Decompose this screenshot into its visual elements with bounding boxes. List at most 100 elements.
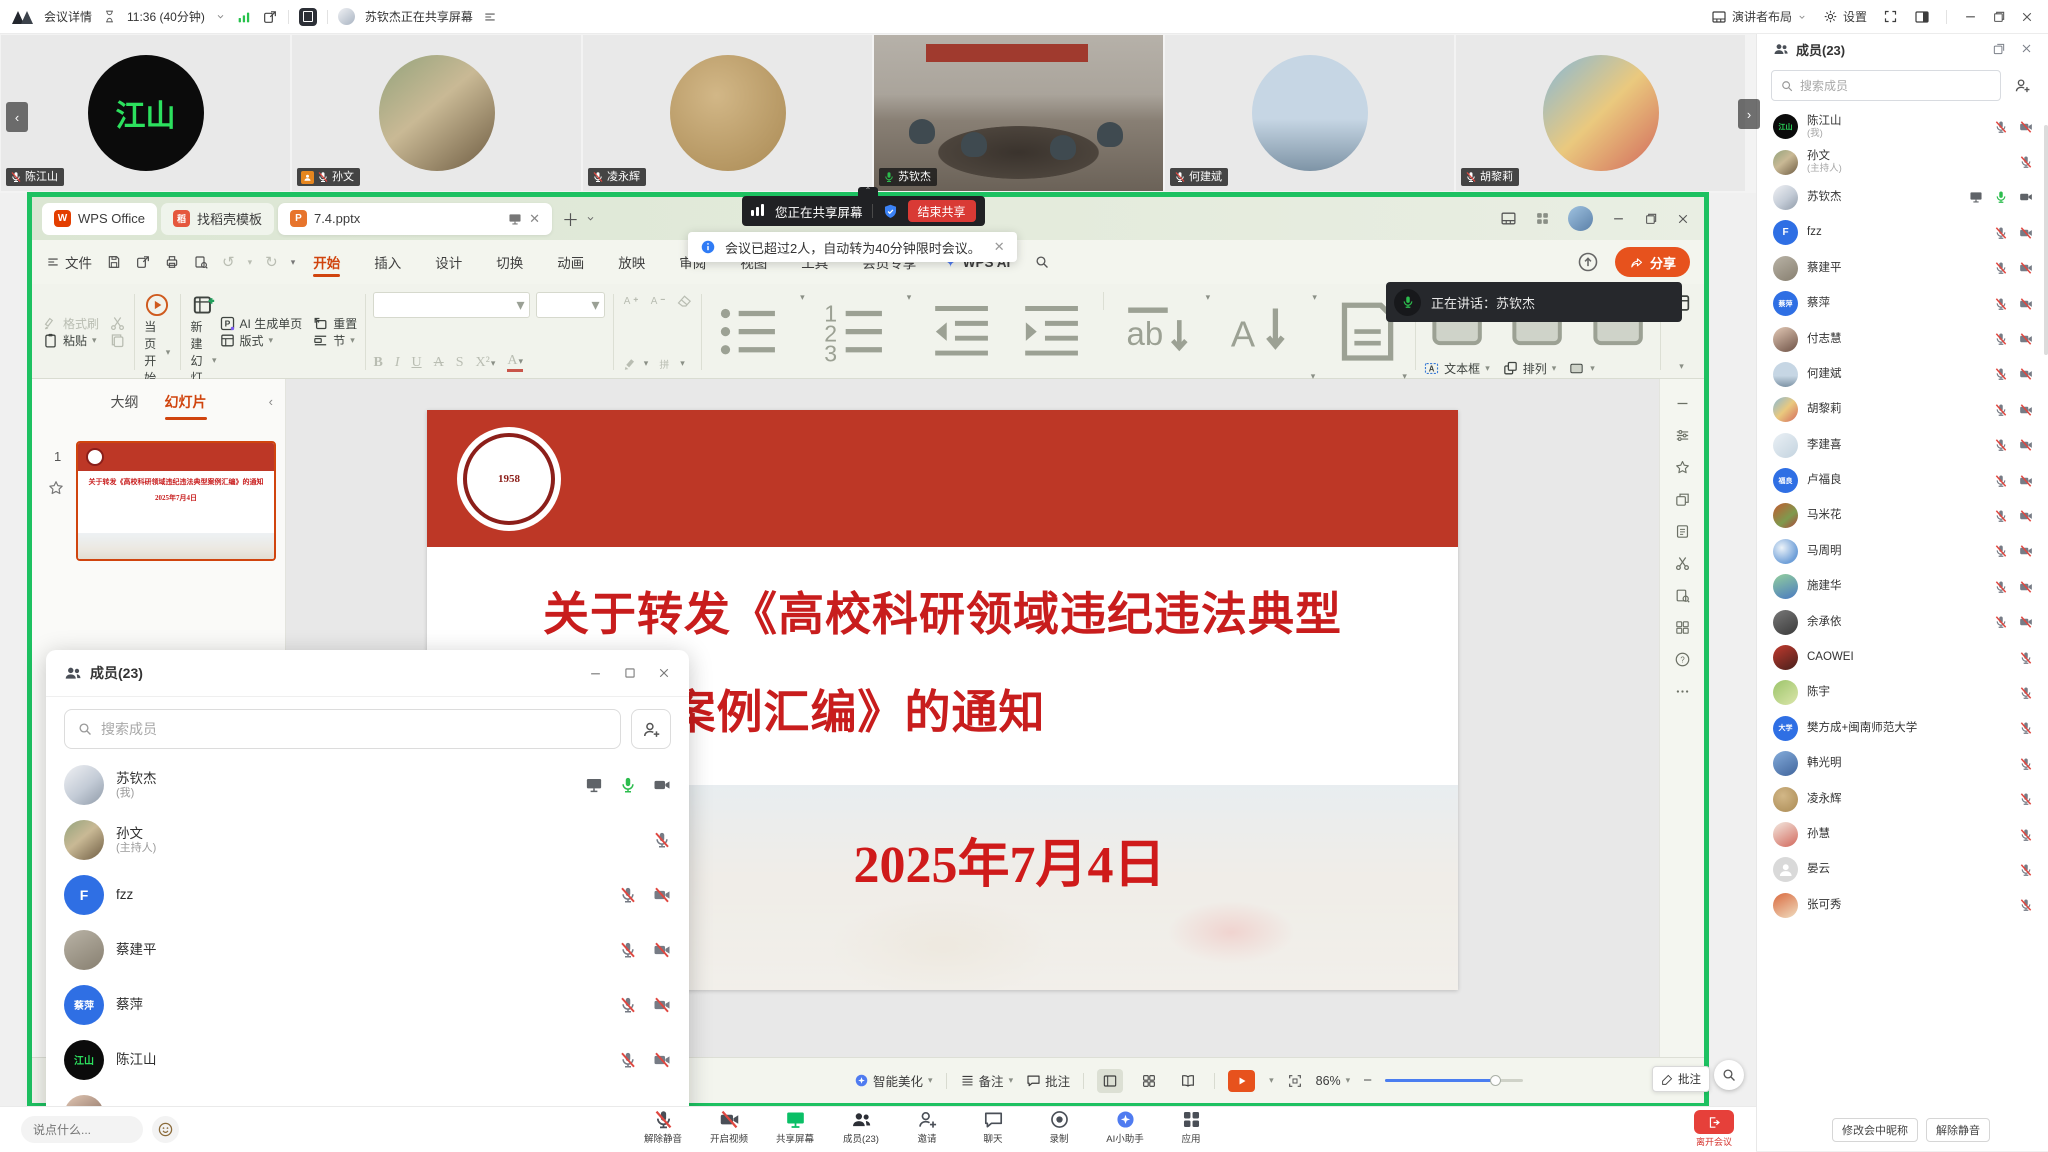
video-tile-孙文[interactable]: 孙文 bbox=[292, 35, 581, 191]
zoom-level[interactable]: 86%▾ bbox=[1316, 1074, 1351, 1088]
find-icon[interactable] bbox=[1674, 587, 1691, 604]
annotate-button[interactable]: 批注 bbox=[1652, 1066, 1710, 1092]
sidebar-member-row[interactable]: 江山陈江山(我) bbox=[1757, 109, 2048, 144]
format-painter-button[interactable]: 格式刷 bbox=[42, 315, 99, 332]
panel-close-icon[interactable] bbox=[657, 666, 671, 680]
shadow-button[interactable]: S bbox=[456, 355, 464, 371]
mic-muted-icon[interactable] bbox=[1994, 332, 2008, 346]
normal-view-button[interactable] bbox=[1097, 1069, 1123, 1093]
more-icon[interactable] bbox=[1674, 683, 1691, 700]
slide-layout-button[interactable]: 版式▾ bbox=[219, 332, 303, 349]
docer-box-icon[interactable] bbox=[1535, 211, 1550, 226]
cam-off-icon[interactable] bbox=[653, 941, 671, 959]
wps-tab-7.4.pptx[interactable]: P7.4.pptx✕ bbox=[278, 203, 552, 235]
menu-tab-开始[interactable]: 开始 bbox=[311, 244, 342, 280]
cam-off-icon[interactable] bbox=[2019, 580, 2033, 594]
video-tile-陈江山[interactable]: 江山陈江山 bbox=[1, 35, 290, 191]
wps-layout-icon[interactable] bbox=[1500, 210, 1517, 227]
members-panel-window[interactable]: 成员(23) 搜索成员 苏钦杰(我)孙文(主持人)Ffzz蔡建平蔡萍蔡萍江山陈江… bbox=[46, 650, 689, 1120]
copy-button[interactable] bbox=[109, 332, 126, 349]
message-input[interactable] bbox=[21, 1116, 143, 1143]
sidebar-member-row[interactable]: 付志慧 bbox=[1757, 321, 2048, 356]
sidebar-member-row[interactable]: Ffzz bbox=[1757, 215, 2048, 250]
mic-muted-icon[interactable] bbox=[2019, 757, 2033, 771]
unmute-button[interactable]: 解除静音 bbox=[1926, 1118, 1990, 1142]
mic-muted-icon[interactable] bbox=[1994, 297, 2008, 311]
mic-muted-icon[interactable] bbox=[1994, 226, 2008, 240]
mic-muted-icon[interactable] bbox=[2019, 721, 2033, 735]
highlight-button[interactable]: ▾ bbox=[622, 355, 649, 372]
maximize-button[interactable] bbox=[1992, 10, 2006, 24]
panel-member-row[interactable]: 蔡建平 bbox=[46, 922, 689, 977]
sidebar-close-icon[interactable] bbox=[2020, 42, 2033, 55]
sidebar-member-row[interactable]: 福良卢福良 bbox=[1757, 463, 2048, 498]
font-color-button[interactable]: A▾ bbox=[507, 353, 523, 372]
settings-button[interactable]: 设置 bbox=[1823, 8, 1867, 25]
toolbar-ai-button[interactable]: AI小助手 bbox=[1104, 1109, 1146, 1145]
video-tile-苏钦杰[interactable]: 苏钦杰 bbox=[874, 35, 1163, 191]
mic-muted-icon[interactable] bbox=[1994, 544, 2008, 558]
cam-on-icon[interactable] bbox=[653, 776, 671, 794]
print-icon[interactable] bbox=[164, 254, 180, 270]
sidebar-member-row[interactable]: 韩光明 bbox=[1757, 746, 2048, 781]
sidebar-member-row[interactable]: 孙慧 bbox=[1757, 817, 2048, 852]
file-menu[interactable]: 文件 bbox=[46, 252, 92, 272]
wps-minimize-button[interactable] bbox=[1611, 211, 1626, 226]
wps-account-avatar[interactable] bbox=[1568, 206, 1593, 231]
sidebar-member-row[interactable]: 陈宇 bbox=[1757, 675, 2048, 710]
cam-off-icon[interactable] bbox=[2019, 474, 2033, 488]
mic-muted-icon[interactable] bbox=[619, 886, 637, 904]
video-tile-胡黎莉[interactable]: 胡黎莉 bbox=[1456, 35, 1745, 191]
menu-tab-切换[interactable]: 切换 bbox=[494, 244, 525, 280]
cam-off-icon[interactable] bbox=[2019, 120, 2033, 134]
sidebar-member-row[interactable]: 马周明 bbox=[1757, 534, 2048, 569]
zoom-out-button[interactable]: − bbox=[1363, 1072, 1372, 1089]
undo-button[interactable]: ↺ bbox=[222, 253, 235, 271]
toolbar-cam-off-button[interactable]: 开启视频 bbox=[708, 1109, 750, 1145]
favorite-slide-icon[interactable] bbox=[47, 479, 65, 497]
mic-muted-icon[interactable] bbox=[619, 941, 637, 959]
popout-icon[interactable] bbox=[1992, 42, 2006, 56]
cam-off-icon[interactable] bbox=[2019, 615, 2033, 629]
mic-muted-icon[interactable] bbox=[1994, 261, 2008, 275]
clip-icon[interactable] bbox=[1674, 555, 1691, 572]
increase-font-button[interactable]: A bbox=[622, 292, 639, 309]
clear-format-button[interactable] bbox=[676, 292, 693, 309]
sidebar-member-row[interactable]: 蔡萍蔡萍 bbox=[1757, 286, 2048, 321]
meeting-timer[interactable]: 11:36 (40分钟) bbox=[127, 8, 205, 25]
quick-style-button[interactable]: ▾ bbox=[1568, 360, 1595, 377]
cam-off-icon[interactable] bbox=[653, 996, 671, 1014]
new-tab-button[interactable]: ＋ bbox=[562, 206, 579, 231]
sidebar-search-input[interactable]: 搜索成员 bbox=[1771, 70, 2001, 101]
share-bar-collapse-notch[interactable]: ⌃ bbox=[858, 187, 878, 196]
sidebar-add-member-button[interactable] bbox=[2009, 77, 2035, 94]
cam-off-icon[interactable] bbox=[2019, 438, 2033, 452]
close-button[interactable] bbox=[2020, 10, 2034, 24]
shared-doc-icon[interactable] bbox=[299, 8, 317, 26]
notes-button[interactable]: 备注▾ bbox=[960, 1071, 1014, 1090]
panel-member-row[interactable]: 苏钦杰(我) bbox=[46, 757, 689, 812]
redo-button[interactable]: ↻ bbox=[265, 253, 278, 271]
sidebar-member-row[interactable]: 苏钦杰 bbox=[1757, 180, 2048, 215]
mic-muted-icon[interactable] bbox=[2019, 651, 2033, 665]
minimize-button[interactable] bbox=[1963, 9, 1978, 24]
strip-next-button[interactable]: › bbox=[1738, 99, 1760, 129]
sharing-menu-icon[interactable] bbox=[483, 10, 497, 24]
more-history-icon[interactable]: ▾ bbox=[291, 257, 296, 268]
font-family-select[interactable]: ▾ bbox=[373, 292, 530, 318]
mic-muted-icon[interactable] bbox=[619, 1051, 637, 1069]
textbox-button[interactable]: A文本框▾ bbox=[1423, 360, 1490, 377]
mic-muted-icon[interactable] bbox=[2019, 155, 2033, 169]
mic-on-icon[interactable] bbox=[619, 776, 637, 794]
slide-thumbnail[interactable]: 关于转发《高校科研领域违纪违法典型案例汇编》的通知 2025年7月4日 bbox=[76, 441, 276, 561]
sidebar-member-row[interactable]: CAOWEI bbox=[1757, 640, 2048, 675]
share-out-icon[interactable] bbox=[262, 9, 278, 25]
leave-meeting-button[interactable]: 离开会议 bbox=[1688, 1110, 1740, 1148]
sidebar-scrollbar[interactable] bbox=[2044, 125, 2048, 355]
mic-muted-icon[interactable] bbox=[2019, 863, 2033, 877]
mic-muted-icon[interactable] bbox=[619, 996, 637, 1014]
panel-member-row[interactable]: Ffzz bbox=[46, 867, 689, 922]
slideshow-button[interactable] bbox=[1228, 1070, 1255, 1092]
zoom-slider[interactable] bbox=[1385, 1079, 1523, 1082]
panel-member-row[interactable]: 蔡萍蔡萍 bbox=[46, 977, 689, 1032]
